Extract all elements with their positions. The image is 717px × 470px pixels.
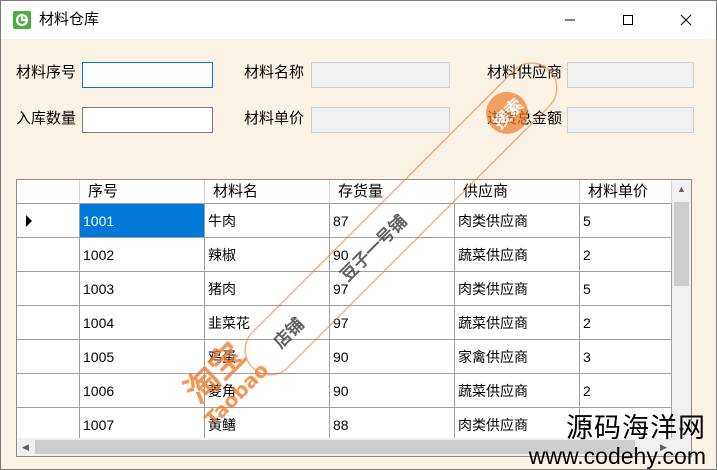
cell-name[interactable]: 辣椒: [205, 238, 330, 272]
site-name: 源码海洋网: [566, 413, 706, 443]
material-no-label: 材料序号: [16, 64, 77, 81]
cell-no[interactable]: 1005: [80, 340, 205, 374]
cell-supplier[interactable]: 家禽供应商: [455, 340, 580, 374]
cell-no[interactable]: 1004: [80, 306, 205, 340]
cell-name[interactable]: 菱角: [205, 374, 330, 408]
minimize-icon: [565, 19, 575, 21]
quantity-input[interactable]: [82, 107, 213, 133]
scroll-up-icon[interactable]: ▲: [672, 180, 691, 197]
cell-stock[interactable]: 97: [330, 306, 455, 340]
unit-price-label: 材料单价: [244, 110, 305, 127]
cell-stock[interactable]: 88: [330, 408, 455, 438]
table-row[interactable]: 1005 鸡蛋 90 家禽供应商 3: [17, 340, 672, 374]
vertical-scroll-thumb[interactable]: [674, 202, 689, 286]
cell-supplier[interactable]: 蔬菜供应商: [455, 374, 580, 408]
cell-name[interactable]: 猪肉: [205, 272, 330, 306]
supplier-field[interactable]: [567, 62, 694, 88]
cell-stock[interactable]: 97: [330, 272, 455, 306]
cell-price[interactable]: 5: [580, 272, 672, 306]
app-icon: [13, 11, 31, 29]
close-icon: [680, 14, 692, 26]
row-header[interactable]: [17, 204, 80, 238]
table-row[interactable]: 1002 辣椒 90 蔬菜供应商 2: [17, 238, 672, 272]
cell-supplier[interactable]: 肉类供应商: [455, 272, 580, 306]
table-row[interactable]: 1004 韭菜花 97 蔬菜供应商 2: [17, 306, 672, 340]
material-name-label: 材料名称: [244, 64, 305, 81]
close-button[interactable]: [663, 1, 709, 39]
cell-name[interactable]: 韭菜花: [205, 306, 330, 340]
vertical-scrollbar[interactable]: ▲ ▼: [672, 180, 691, 438]
cell-stock[interactable]: 90: [330, 238, 455, 272]
site-url: www.codehy.com: [528, 443, 706, 469]
cell-name[interactable]: 鸡蛋: [205, 340, 330, 374]
cell-supplier[interactable]: 蔬菜供应商: [455, 306, 580, 340]
grid-corner-header: [17, 180, 80, 204]
material-name-field[interactable]: [311, 62, 450, 88]
cell-no[interactable]: 1006: [80, 374, 205, 408]
cell-price[interactable]: 5: [580, 204, 672, 238]
cell-price[interactable]: 2: [580, 306, 672, 340]
minimize-button[interactable]: [547, 1, 593, 39]
material-no-input[interactable]: [82, 62, 213, 88]
cell-stock[interactable]: 87: [330, 204, 455, 238]
site-watermark: 源码海洋网 www.codehy.com: [529, 413, 706, 469]
cell-price[interactable]: 2: [580, 238, 672, 272]
title-bar[interactable]: 材料仓库: [1, 1, 716, 39]
grid-body: 序号 材料名 存货量 供应商 材料单价 1001 牛肉 87 肉类供应商 5 1002 辣椒…: [17, 180, 672, 438]
column-header-name[interactable]: 材料名: [205, 180, 330, 204]
cell-stock[interactable]: 90: [330, 340, 455, 374]
row-header[interactable]: [17, 340, 80, 374]
row-header[interactable]: [17, 238, 80, 272]
row-header[interactable]: [17, 408, 80, 438]
table-row[interactable]: 1003 猪肉 97 肉类供应商 5: [17, 272, 672, 306]
cell-price[interactable]: 3: [580, 340, 672, 374]
table-row[interactable]: 1001 牛肉 87 肉类供应商 5: [17, 204, 672, 238]
column-header-stock[interactable]: 存货量: [330, 180, 455, 204]
cell-name[interactable]: 黄鳝: [205, 408, 330, 438]
quantity-label: 入库数量: [16, 110, 77, 127]
cell-no[interactable]: 1002: [80, 238, 205, 272]
maximize-button[interactable]: [605, 1, 651, 39]
cell-no[interactable]: 1003: [80, 272, 205, 306]
unit-price-field[interactable]: [311, 107, 450, 133]
column-header-supplier[interactable]: 供应商: [455, 180, 580, 204]
cell-price[interactable]: 2: [580, 374, 672, 408]
cell-supplier[interactable]: 肉类供应商: [455, 204, 580, 238]
supplier-label: 材料供应商: [487, 64, 563, 81]
cell-name[interactable]: 牛肉: [205, 204, 330, 238]
window-title: 材料仓库: [39, 11, 100, 28]
current-row-arrow-icon: [26, 215, 32, 227]
total-amount-field[interactable]: [567, 107, 694, 133]
maximize-icon: [623, 15, 633, 25]
cell-no[interactable]: 1001: [80, 204, 205, 238]
row-header[interactable]: [17, 374, 80, 408]
main-window: 材料仓库 材料序号 入库数量 材料名称 材料单价 材料供应商 进货总金额 序号 …: [0, 0, 717, 470]
scroll-left-icon[interactable]: ◀: [17, 438, 34, 456]
cell-no[interactable]: 1007: [80, 408, 205, 438]
row-header[interactable]: [17, 306, 80, 340]
table-row[interactable]: 1006 菱角 90 蔬菜供应商 2: [17, 374, 672, 408]
column-header-price[interactable]: 材料单价: [580, 180, 672, 204]
cell-stock[interactable]: 90: [330, 374, 455, 408]
cell-supplier[interactable]: 蔬菜供应商: [455, 238, 580, 272]
row-header[interactable]: [17, 272, 80, 306]
total-amount-label: 进货总金额: [487, 110, 563, 127]
column-header-no[interactable]: 序号: [80, 180, 205, 204]
